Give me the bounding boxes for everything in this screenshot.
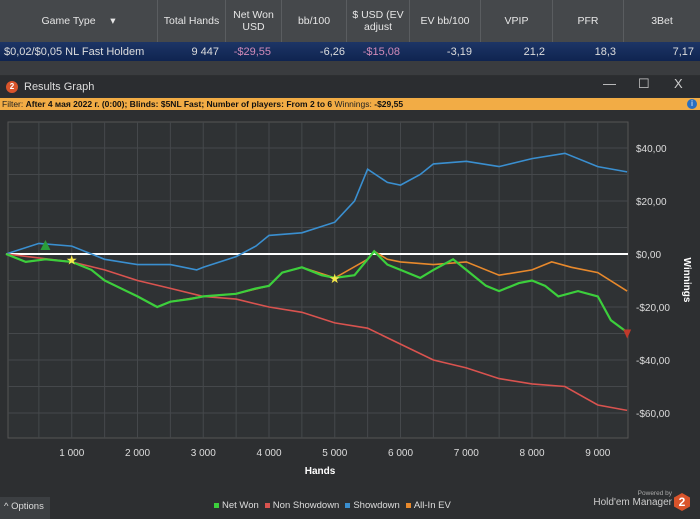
x-tick-label: 1 000 <box>59 448 84 459</box>
y-tick-label: $40,00 <box>636 144 667 155</box>
x-tick-label: 7 000 <box>454 448 479 459</box>
legend-net-won[interactable]: Net Won <box>214 500 259 511</box>
x-axis-label: Hands <box>305 466 336 477</box>
legend-non-showdown[interactable]: Non Showdown <box>264 500 339 511</box>
x-tick-label: 4 000 <box>256 448 281 459</box>
y-tick-label: -$40,00 <box>636 356 670 367</box>
legend-showdown[interactable]: Showdown <box>345 500 400 511</box>
legend-all-in-ev[interactable]: All-In EV <box>405 500 451 511</box>
y-tick-label: $0,00 <box>636 250 661 261</box>
x-tick-label: 3 000 <box>191 448 216 459</box>
y-tick-label: -$60,00 <box>636 409 670 420</box>
x-tick-label: 6 000 <box>388 448 413 459</box>
x-tick-label: 2 000 <box>125 448 150 459</box>
star-marker-icon: ★ <box>329 271 341 286</box>
star-marker-icon: ★ <box>66 252 78 267</box>
options-button[interactable]: ^ Options <box>0 497 50 519</box>
x-tick-label: 8 000 <box>519 448 544 459</box>
y-tick-label: -$20,00 <box>636 303 670 314</box>
y-axis-label: Winnings <box>681 258 692 303</box>
results-chart: 1 000 2 000 3 000 4 000 5 000 6 000 7 000 8 000… <box>5 121 692 477</box>
x-tick-label: 9 000 <box>585 448 610 459</box>
legend: Net Won Non Showdown Showdown All-In EV <box>214 500 451 511</box>
y-tick-label: $20,00 <box>636 197 667 208</box>
x-tick-label: 5 000 <box>322 448 347 459</box>
powered-by: Powered by Hold'em Manager <box>593 490 672 508</box>
